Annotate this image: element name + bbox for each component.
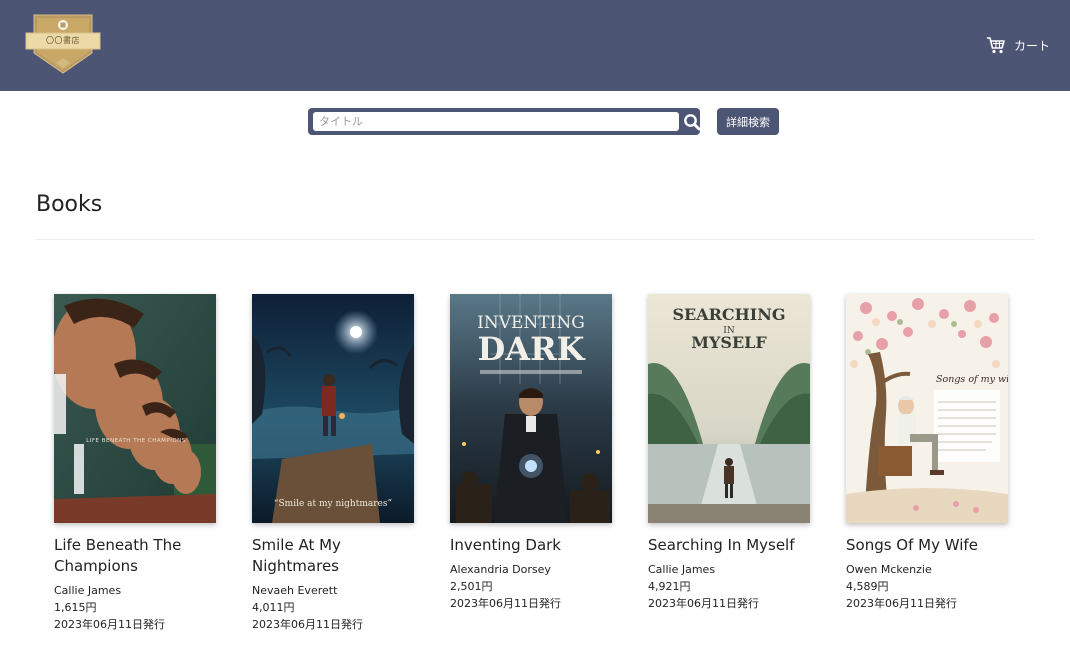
- book-cover-image[interactable]: LIFE BENEATH THE CHAMPIONS: [54, 294, 216, 523]
- cart-label: カート: [1013, 38, 1050, 53]
- book-card[interactable]: Songs of my wife Songs Of My Wife Owen M…: [846, 294, 1026, 612]
- search-button[interactable]: [681, 111, 703, 132]
- cover-title-text: Songs of my wife: [936, 374, 1008, 385]
- search-icon: [684, 113, 701, 130]
- book-price: 4,921円: [648, 580, 691, 593]
- header-bar: 〇〇書店 カート: [0, 0, 1070, 91]
- cover-title-line-1: SEARCHING: [672, 305, 785, 324]
- book-price: 4,011円: [252, 601, 295, 614]
- book-cover-image[interactable]: Songs of my wife: [846, 294, 1008, 523]
- book-author: Callie James: [648, 563, 716, 576]
- book-title[interactable]: Searching In Myself: [648, 535, 818, 556]
- book-card[interactable]: INVENTING DARK Inventing Dark Alexandria…: [450, 294, 630, 612]
- book-price: 1,615円: [54, 601, 97, 614]
- book-card[interactable]: SEARCHING IN MYSELF Searching In Myself …: [648, 294, 828, 612]
- cart-button[interactable]: カート: [986, 34, 1050, 56]
- cover-title-text: “Smile at my nightmares”: [274, 498, 392, 509]
- book-author: Alexandria Dorsey: [450, 563, 551, 576]
- cover-title-line-3: MYSELF: [691, 333, 767, 352]
- book-title[interactable]: Songs Of My Wife: [846, 535, 1016, 556]
- book-title[interactable]: Inventing Dark: [450, 535, 620, 556]
- book-author: Owen Mckenzie: [846, 563, 932, 576]
- search-bar: [308, 108, 703, 135]
- search-input[interactable]: [313, 112, 679, 131]
- cover-title-text: LIFE BENEATH THE CHAMPIONS: [86, 438, 186, 444]
- book-price: 2,501円: [450, 580, 493, 593]
- store-logo[interactable]: 〇〇書店: [24, 13, 102, 77]
- book-date: 2023年06月11日発行: [846, 597, 957, 610]
- book-title[interactable]: Smile At My Nightmares: [252, 535, 422, 577]
- cover-title-line-2: DARK: [478, 330, 586, 368]
- page-title: Books: [36, 192, 103, 217]
- book-author: Callie James: [54, 584, 122, 597]
- book-cover-image[interactable]: “Smile at my nightmares”: [252, 294, 414, 523]
- store-logo-text: 〇〇書店: [46, 36, 80, 45]
- book-price: 4,589円: [846, 580, 889, 593]
- book-date: 2023年06月11日発行: [648, 597, 759, 610]
- book-title[interactable]: Life Beneath The Champions: [54, 535, 224, 577]
- book-card[interactable]: “Smile at my nightmares” Smile At My Nig…: [252, 294, 432, 633]
- book-date: 2023年06月11日発行: [450, 597, 561, 610]
- cart-icon: [986, 36, 1006, 54]
- divider: [36, 239, 1034, 240]
- book-date: 2023年06月11日発行: [54, 618, 165, 631]
- book-author: Nevaeh Everett: [252, 584, 338, 597]
- advanced-search-button[interactable]: 詳細検索: [717, 108, 779, 135]
- book-date: 2023年06月11日発行: [252, 618, 363, 631]
- book-card[interactable]: LIFE BENEATH THE CHAMPIONS Life Beneath …: [54, 294, 234, 633]
- book-cover-image[interactable]: SEARCHING IN MYSELF: [648, 294, 810, 523]
- book-cover-image[interactable]: INVENTING DARK: [450, 294, 612, 523]
